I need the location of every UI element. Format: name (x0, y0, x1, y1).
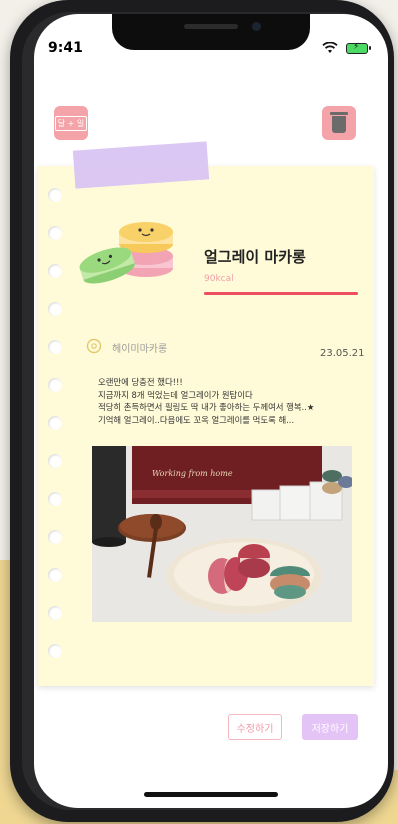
body-line: 적당히 촌득하면서 필링도 딱 내가 좋아하는 두께여서 행복..★ (98, 402, 315, 413)
save-button[interactable]: 저장하기 (302, 714, 358, 740)
entry-body: 오랜만에 당충전 했다!!! 지금까지 8개 먹었는데 얼그레이가 원탑이다 적… (98, 376, 360, 426)
location-pin-icon (86, 338, 102, 354)
binder-hole (48, 264, 62, 278)
trash-icon (330, 112, 348, 133)
macaron-illustration (79, 222, 173, 284)
binder-hole (48, 416, 62, 430)
screen: 9:41 ⚡ 달 + 일 얼그레이 마카롱 90kcal 헤이미마카롱 23.0… (34, 14, 388, 808)
binder-hole (48, 644, 62, 658)
kcal-progress-bar (204, 292, 358, 295)
body-line: 오랜만에 당충전 했다!!! (98, 377, 183, 387)
binder-hole (48, 492, 62, 506)
speaker (184, 24, 238, 29)
edit-button[interactable]: 수정하기 (228, 714, 282, 740)
macaron-photo[interactable]: Working from home (92, 446, 352, 622)
binder-hole (48, 378, 62, 392)
binder-hole (48, 568, 62, 582)
wifi-icon (322, 42, 338, 53)
calendar-button[interactable]: 달 + 일 (54, 106, 88, 140)
calendar-icon: 달 + 일 (54, 115, 88, 131)
battery-icon: ⚡ (346, 42, 371, 54)
diary-note-card: 얼그레이 마카롱 90kcal 헤이미마카롱 23.05.21 오랜만에 당충전… (38, 166, 374, 686)
entry-date: 23.05.21 (320, 348, 365, 359)
body-line: 기억해 얼그레이..다음에도 꼬옥 얼그레이를 먹도록 해... (98, 414, 295, 425)
entry-title: 얼그레이 마카롱 (204, 248, 306, 266)
kcal-label: 90kcal (204, 274, 234, 284)
home-indicator (144, 792, 278, 797)
binder-hole (48, 340, 62, 354)
status-icons: ⚡ (322, 42, 371, 54)
delete-button[interactable] (322, 106, 356, 140)
binder-hole (48, 454, 62, 468)
kcal-progress-fill (204, 292, 358, 295)
status-time: 9:41 (48, 40, 83, 56)
binder-hole (48, 188, 62, 202)
place-name: 헤이미마카롱 (112, 344, 168, 355)
binder-hole (48, 226, 62, 240)
book-title: Working from home (152, 469, 233, 478)
body-line: 지금까지 8개 먹었는데 얼그레이가 원탑이다 (98, 389, 253, 400)
front-camera (252, 22, 261, 31)
notch (112, 14, 310, 50)
binder-hole (48, 530, 62, 544)
binder-hole (48, 606, 62, 620)
binder-hole (48, 302, 62, 316)
